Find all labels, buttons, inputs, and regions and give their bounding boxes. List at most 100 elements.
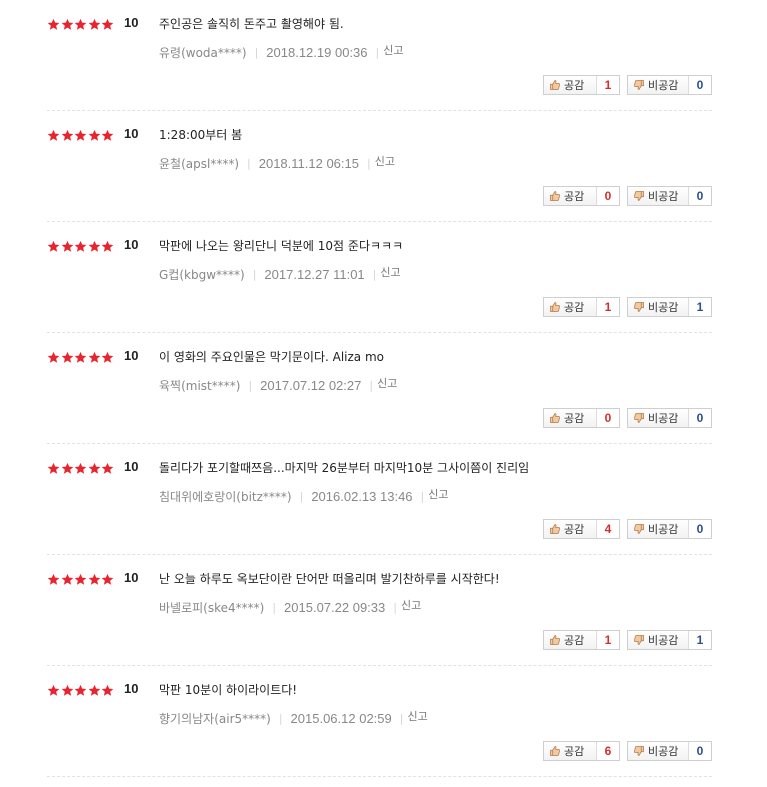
like-label: 공감 xyxy=(564,745,585,758)
review-item: 10 막판에 나오는 왕리단니 덕분에 10점 준다ㅋㅋㅋ G컵(kbgw****)… xyxy=(47,222,712,333)
star-icon xyxy=(47,684,61,697)
report-link[interactable]: 신고 xyxy=(375,153,395,169)
like-button[interactable]: 공감 0 xyxy=(543,408,620,428)
review-date: 2015.07.22 09:33 xyxy=(284,600,386,615)
like-label-wrap[interactable]: 공감 xyxy=(544,76,597,94)
star-icon xyxy=(88,573,102,586)
thumbs-down-icon xyxy=(633,634,648,646)
star-icon xyxy=(61,129,75,142)
divider: | xyxy=(366,157,371,170)
dislike-label: 비공감 xyxy=(648,523,679,536)
thumbs-up-icon xyxy=(549,634,564,646)
star-icon xyxy=(101,18,115,31)
like-button[interactable]: 공감 1 xyxy=(543,75,620,95)
divider: | xyxy=(252,268,257,281)
like-label-wrap[interactable]: 공감 xyxy=(544,409,597,427)
report-link[interactable]: 신고 xyxy=(380,264,400,280)
thumbs-up-icon xyxy=(549,745,564,757)
divider: | xyxy=(299,490,304,503)
report-link[interactable]: 신고 xyxy=(383,42,403,58)
divider: | xyxy=(278,712,283,725)
dislike-button[interactable]: 비공감 0 xyxy=(627,741,712,761)
thumbs-up-icon xyxy=(549,301,564,313)
review-score: 10 xyxy=(124,15,139,30)
review-score: 10 xyxy=(124,459,139,474)
dislike-label: 비공감 xyxy=(648,634,679,647)
report-link[interactable]: 신고 xyxy=(407,708,427,724)
dislike-button[interactable]: 비공감 0 xyxy=(627,75,712,95)
thumbs-down-icon xyxy=(633,190,648,202)
thumbs-up-icon xyxy=(549,190,564,202)
review-meta: 바넬로피(ske4****) | 2015.07.22 09:33 | 신고 xyxy=(159,599,421,616)
like-button[interactable]: 공감 4 xyxy=(543,519,620,539)
review-date: 2018.11.12 06:15 xyxy=(258,156,359,171)
vote-controls: 공감 0 비공감 0 xyxy=(543,186,712,206)
review-date: 2017.07.12 02:27 xyxy=(260,378,362,393)
star-icon xyxy=(74,18,88,31)
like-label-wrap[interactable]: 공감 xyxy=(544,298,597,316)
like-button[interactable]: 공감 6 xyxy=(543,741,620,761)
review-date: 2018.12.19 00:36 xyxy=(266,45,368,60)
like-count: 0 xyxy=(604,411,612,425)
dislike-count: 0 xyxy=(696,78,704,92)
star-icon xyxy=(61,462,75,475)
like-label-wrap[interactable]: 공감 xyxy=(544,187,597,205)
like-label: 공감 xyxy=(564,412,585,425)
dislike-label-wrap[interactable]: 비공감 xyxy=(628,631,689,649)
review-text: 돌리다가 포기할때쯔음...마지막 26분부터 마지막10분 그사이쯤이 진리임 xyxy=(159,461,530,475)
review-meta: 향기의남자(air5****) | 2015.06.12 02:59 | 신고 xyxy=(159,710,428,727)
divider: | xyxy=(254,46,259,59)
dislike-label-wrap[interactable]: 비공감 xyxy=(628,409,689,427)
star-icon xyxy=(74,462,88,475)
review-item: 10 돌리다가 포기할때쯔음...마지막 26분부터 마지막10분 그사이쯤이 진… xyxy=(47,444,712,555)
thumbs-up-icon xyxy=(549,79,564,91)
like-label-wrap[interactable]: 공감 xyxy=(544,742,597,760)
dislike-count: 0 xyxy=(696,522,704,536)
dislike-label-wrap[interactable]: 비공감 xyxy=(628,742,689,760)
star-rating xyxy=(47,682,115,698)
like-label: 공감 xyxy=(564,79,585,92)
dislike-label: 비공감 xyxy=(648,412,679,425)
dislike-label-wrap[interactable]: 비공감 xyxy=(628,187,689,205)
star-icon xyxy=(88,18,102,31)
dislike-label-wrap[interactable]: 비공감 xyxy=(628,76,689,94)
dislike-button[interactable]: 비공감 0 xyxy=(627,519,712,539)
dislike-button[interactable]: 비공감 0 xyxy=(627,408,712,428)
dislike-label: 비공감 xyxy=(648,745,679,758)
like-button[interactable]: 공감 1 xyxy=(543,297,620,317)
review-text: 주인공은 솔직히 돈주고 촬영해야 됨. xyxy=(159,17,344,31)
review-score: 10 xyxy=(124,126,139,141)
star-rating xyxy=(47,349,115,365)
dislike-label-wrap[interactable]: 비공감 xyxy=(628,298,689,316)
report-link[interactable]: 신고 xyxy=(377,375,397,391)
review-author: 침대위에호랑이(bitz****) xyxy=(159,490,292,504)
star-icon xyxy=(61,573,75,586)
dislike-button[interactable]: 비공감 1 xyxy=(627,630,712,650)
thumbs-down-icon xyxy=(633,523,648,535)
like-label-wrap[interactable]: 공감 xyxy=(544,520,597,538)
review-score: 10 xyxy=(124,348,139,363)
report-link[interactable]: 신고 xyxy=(428,486,448,502)
like-count: 4 xyxy=(604,522,612,536)
like-button[interactable]: 공감 0 xyxy=(543,186,620,206)
vote-controls: 공감 1 비공감 0 xyxy=(543,75,712,95)
review-meta: 유령(woda****) | 2018.12.19 00:36 | 신고 xyxy=(159,44,403,61)
review-author: 유령(woda****) xyxy=(159,46,247,60)
like-label-wrap[interactable]: 공감 xyxy=(544,631,597,649)
star-icon xyxy=(74,240,88,253)
like-label: 공감 xyxy=(564,634,585,647)
star-icon xyxy=(101,684,115,697)
report-link[interactable]: 신고 xyxy=(401,597,421,613)
divider: | xyxy=(372,268,377,281)
dislike-button[interactable]: 비공감 0 xyxy=(627,186,712,206)
dislike-button[interactable]: 비공감 1 xyxy=(627,297,712,317)
dislike-label-wrap[interactable]: 비공감 xyxy=(628,520,689,538)
star-icon xyxy=(74,573,88,586)
divider: | xyxy=(420,490,425,503)
star-icon xyxy=(101,462,115,475)
like-button[interactable]: 공감 1 xyxy=(543,630,620,650)
review-item: 10 주인공은 솔직히 돈주고 촬영해야 됨. 유령(woda****) | 2018.… xyxy=(47,0,712,111)
review-item: 10 막판 10분이 하이라이트다! 향기의남자(air5****) | 2015.06… xyxy=(47,666,712,777)
dislike-label: 비공감 xyxy=(648,190,679,203)
review-text: 막판 10분이 하이라이트다! xyxy=(159,683,298,697)
